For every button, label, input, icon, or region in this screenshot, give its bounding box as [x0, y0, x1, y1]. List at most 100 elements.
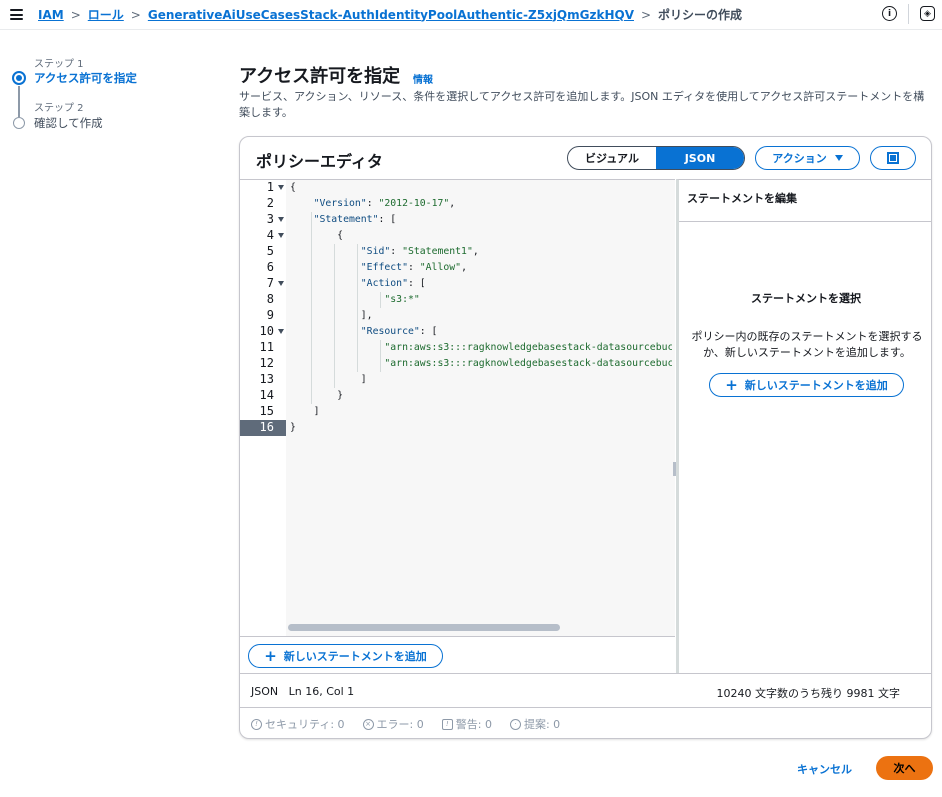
- line-number: 3: [240, 212, 286, 228]
- line-number: 1: [240, 180, 286, 196]
- step-1-label: ステップ 1: [34, 59, 84, 70]
- cancel-button[interactable]: キャンセル: [797, 761, 852, 777]
- fullscreen-button[interactable]: [870, 146, 916, 170]
- line-number: 6: [240, 260, 286, 276]
- line-number: 4: [240, 228, 286, 244]
- warning-count[interactable]: ! 警告: 0: [441, 716, 492, 732]
- horizontal-scrollbar[interactable]: [288, 624, 560, 631]
- line-number-text: 11: [259, 340, 274, 354]
- caret-down-icon: [834, 155, 843, 161]
- code-line: "Resource": [: [360, 326, 438, 337]
- line-number-text: 10: [259, 324, 274, 338]
- tab-visual[interactable]: ビジュアル: [568, 147, 656, 169]
- line-number: 16: [240, 420, 286, 436]
- code-line: "arn:aws:s3:::ragknowledgebasestack-data…: [384, 358, 672, 369]
- step-1-active-indicator: [12, 71, 26, 85]
- side-add-statement-button[interactable]: + 新しいステートメントを追加: [709, 373, 904, 397]
- line-number-text: 2: [266, 196, 274, 210]
- error-icon: ×: [362, 718, 374, 730]
- line-number-text: 16: [259, 420, 274, 434]
- breadcrumb-item-roles[interactable]: ロール: [88, 6, 124, 23]
- code-line: "Effect": "Allow",: [360, 262, 467, 273]
- line-number-text: 7: [266, 276, 274, 290]
- step-1-title[interactable]: アクセス許可を指定: [34, 70, 137, 86]
- page-title: アクセス許可を指定: [239, 66, 401, 87]
- next-button[interactable]: 次へ: [876, 756, 933, 780]
- fold-toggle-icon[interactable]: [278, 185, 284, 190]
- code-line: }: [290, 390, 344, 401]
- edit-statement-title: ステートメントを編集: [679, 180, 931, 222]
- add-statement-label: 新しいステートメントを追加: [283, 650, 427, 663]
- divider: [908, 4, 909, 24]
- line-number: 7: [240, 276, 286, 292]
- code-line: "Statement": [: [313, 214, 397, 225]
- line-number: 12: [240, 356, 286, 372]
- line-number: 13: [240, 372, 286, 388]
- code-line: "Action": [: [360, 278, 426, 289]
- code-line: "s3:*": [384, 294, 420, 305]
- breadcrumb-item-iam[interactable]: IAM: [38, 8, 64, 22]
- fold-toggle-icon[interactable]: [278, 233, 284, 238]
- line-number: 8: [240, 292, 286, 308]
- edit-statement-panel: ステートメントを編集 ステートメントを選択 ポリシー内の既存のステートメントを選…: [676, 179, 931, 673]
- code-area[interactable]: { "Version": "2012-10-17", "Statement": …: [286, 180, 672, 636]
- code-line: ],: [290, 310, 373, 321]
- hexagon-settings-icon[interactable]: ◈: [920, 6, 935, 21]
- policy-editor-title: ポリシーエディタ: [256, 152, 383, 171]
- fold-toggle-icon[interactable]: [278, 217, 284, 222]
- plus-icon: +: [264, 646, 277, 665]
- status-left: JSON Ln 16, Col 1: [251, 685, 354, 698]
- actions-dropdown[interactable]: アクション: [755, 146, 860, 170]
- tab-json[interactable]: JSON: [656, 147, 744, 169]
- line-number-text: 4: [266, 228, 274, 242]
- line-number-text: 3: [266, 212, 274, 226]
- line-number-text: 6: [266, 260, 274, 274]
- info-icon[interactable]: i: [882, 6, 897, 21]
- line-number-text: 12: [259, 356, 274, 370]
- chevron-right-icon: >: [70, 7, 81, 22]
- code-line: ]: [290, 374, 367, 385]
- breadcrumb-current: ポリシーの作成: [658, 8, 743, 22]
- error-count[interactable]: × エラー: 0: [362, 716, 424, 732]
- line-number: 2: [240, 196, 286, 212]
- json-code-editor[interactable]: 1 2 3 4 5 6 7 8 9 10 11 12 13 14 15 16 { "Version": "20…: [240, 179, 676, 674]
- chevron-right-icon: >: [640, 7, 652, 22]
- warning-icon: !: [441, 718, 453, 730]
- plus-icon: +: [725, 375, 738, 394]
- breadcrumb: IAM > ロール > GenerativeAiUseCasesStack-Au…: [38, 6, 742, 23]
- step-2-title: 確認して作成: [34, 116, 103, 130]
- code-line: }: [290, 422, 296, 433]
- line-number: 15: [240, 404, 286, 420]
- chevron-right-icon: >: [130, 7, 141, 22]
- select-statement-title: ステートメントを選択: [751, 292, 861, 305]
- shield-icon: !: [251, 718, 262, 730]
- fullscreen-icon: [887, 152, 899, 164]
- add-statement-button[interactable]: + 新しいステートメントを追加: [248, 644, 443, 668]
- fold-toggle-icon[interactable]: [278, 329, 284, 334]
- page-description: サービス、アクション、リソース、条件を選択してアクセス許可を追加します。JSON…: [239, 90, 925, 119]
- line-number: 10: [240, 324, 286, 340]
- policy-editor-panel: ポリシーエディタ ビジュアル JSON アクション 1 2 3 4 5 6 7 8 9 10 11 1…: [239, 136, 932, 739]
- issues-bar: ! セキュリティ: 0 × エラー: 0 ! 警告: 0 · 提案: 0: [240, 707, 931, 738]
- suggestion-count[interactable]: · 提案: 0: [509, 716, 560, 732]
- line-number-text: 5: [266, 244, 274, 258]
- code-line: ]: [290, 406, 320, 417]
- security-count[interactable]: ! セキュリティ: 0: [251, 716, 345, 732]
- lightbulb-icon: ·: [509, 718, 521, 730]
- editor-footer: + 新しいステートメントを追加: [240, 636, 675, 674]
- line-number-text: 8: [266, 292, 274, 306]
- fold-toggle-icon[interactable]: [278, 281, 284, 286]
- line-number-gutter: 1 2 3 4 5 6 7 8 9 10 11 12 13 14 15 16: [240, 180, 286, 636]
- menu-icon[interactable]: [10, 9, 23, 20]
- code-line: "Sid": "Statement1",: [360, 246, 479, 257]
- line-number-text: 15: [259, 404, 274, 418]
- top-navigation-bar: IAM > ロール > GenerativeAiUseCasesStack-Au…: [0, 0, 942, 30]
- info-link[interactable]: 情報: [413, 71, 433, 86]
- line-number: 14: [240, 388, 286, 404]
- status-chars-remaining: 10240 文字数のうち残り 9981 文字: [716, 687, 900, 700]
- breadcrumb-item-role[interactable]: GenerativeAiUseCasesStack-AuthIdentityPo…: [148, 8, 634, 22]
- status-mode: JSON: [251, 685, 279, 698]
- line-number-text: 13: [259, 372, 274, 386]
- line-number: 5: [240, 244, 286, 260]
- line-number-text: 14: [259, 388, 274, 402]
